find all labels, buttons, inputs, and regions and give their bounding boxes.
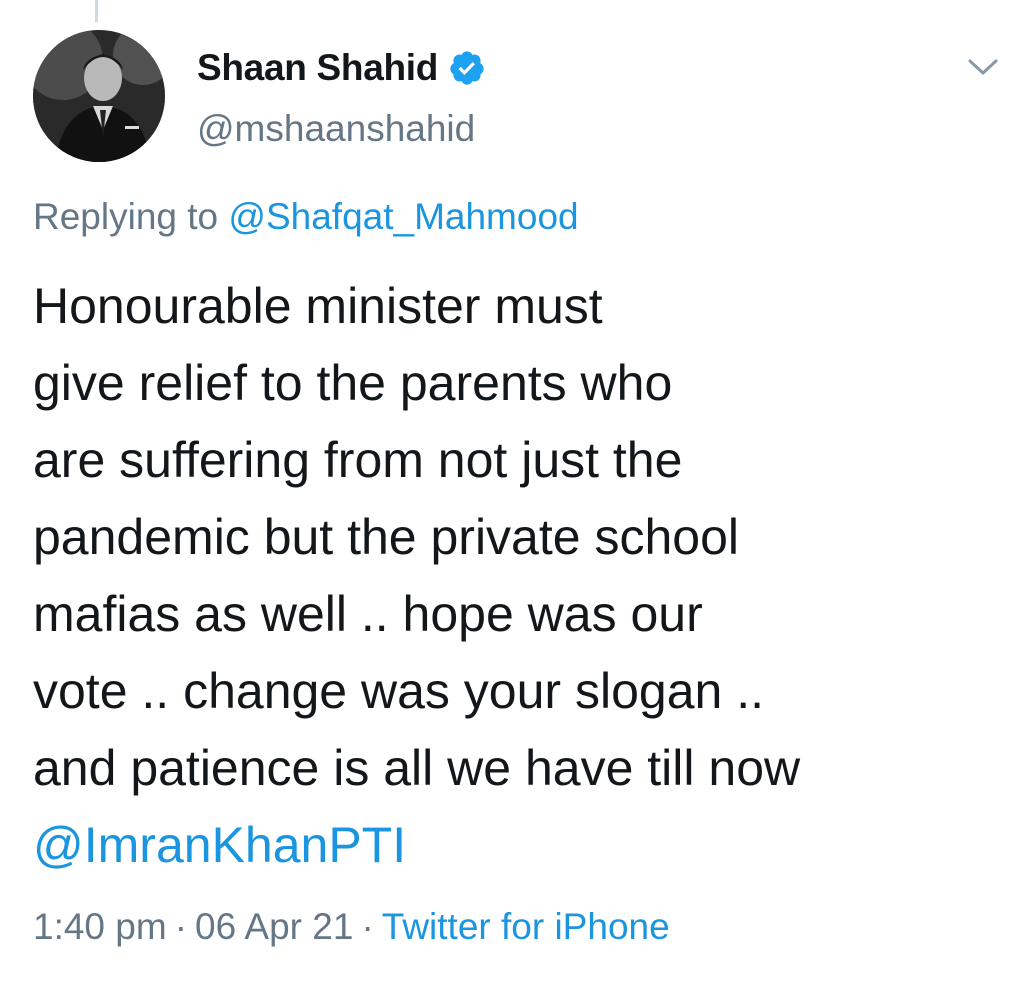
- tweet-date[interactable]: 06 Apr 21: [195, 906, 353, 947]
- tweet-text-line: mafias as well .. hope was our: [33, 586, 703, 642]
- tweet-text-line: vote .. change was your slogan ..: [33, 663, 764, 719]
- tweet-text-line: pandemic but the private school: [33, 509, 739, 565]
- avatar-photo-icon: [33, 30, 165, 162]
- thread-connector-line: [95, 0, 98, 22]
- tweet-mention-link[interactable]: @ImranKhanPTI: [33, 807, 1003, 884]
- tweet-text-line: Honourable minister must: [33, 278, 603, 334]
- replying-to-label: Replying to: [33, 196, 219, 237]
- author-display-name[interactable]: Shaan Shahid: [197, 47, 438, 89]
- tweet-text-line: and patience is all we have till now: [33, 740, 801, 796]
- author-handle[interactable]: @mshaanshahid: [197, 108, 475, 150]
- tweet-text-line: give relief to the parents who: [33, 355, 673, 411]
- tweet-text-line: are suffering from not just the: [33, 432, 683, 488]
- meta-separator: ·: [361, 906, 374, 947]
- author-name-row: Shaan Shahid: [197, 44, 486, 92]
- avatar[interactable]: [33, 30, 165, 162]
- verified-badge-icon: [450, 51, 484, 85]
- reply-mention-link[interactable]: @Shafqat_Mahmood: [228, 196, 578, 237]
- tweet-metadata: 1:40 pm · 06 Apr 21 · Twitter for iPhone: [33, 906, 670, 948]
- replying-to: Replying to @Shafqat_Mahmood: [33, 196, 579, 238]
- meta-separator: ·: [174, 906, 188, 947]
- tweet-text: Honourable minister must give relief to …: [33, 268, 1003, 884]
- tweet-time[interactable]: 1:40 pm: [33, 906, 167, 947]
- chevron-down-icon[interactable]: [966, 56, 1000, 78]
- tweet-source-link[interactable]: Twitter for iPhone: [382, 906, 670, 947]
